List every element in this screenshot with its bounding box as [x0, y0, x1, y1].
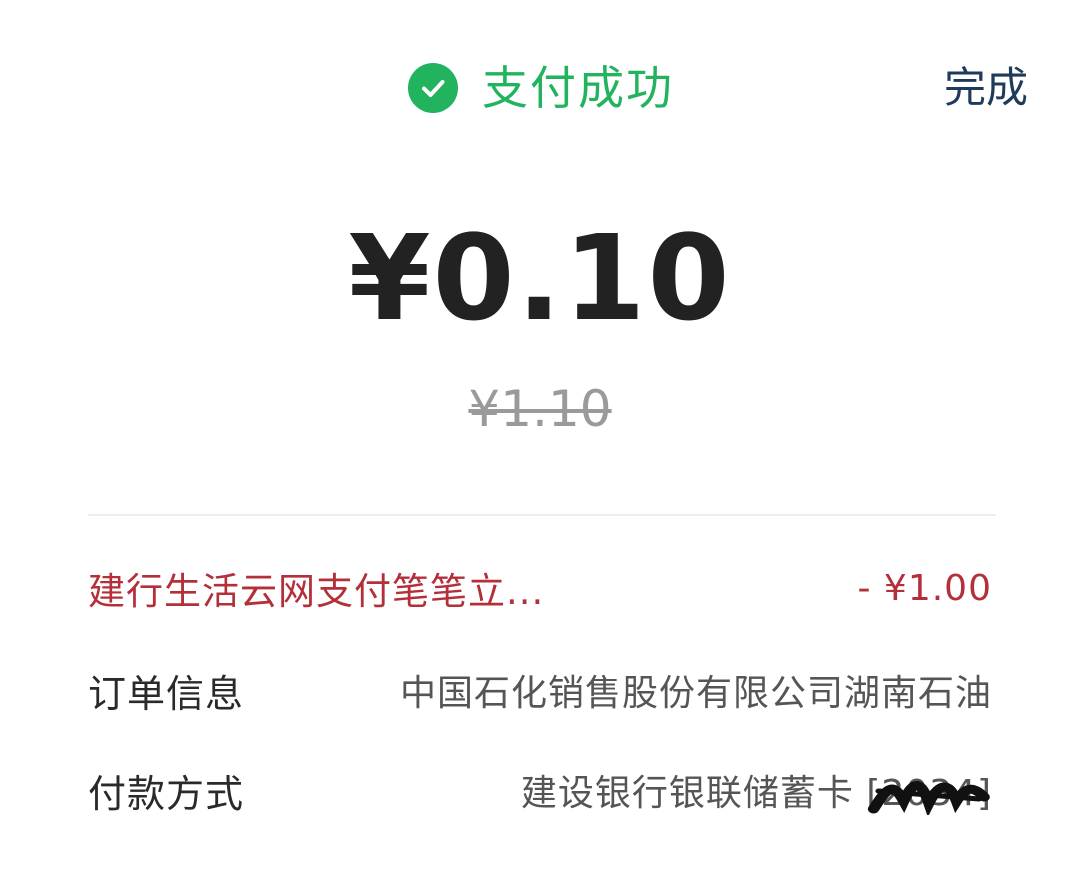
- order-info-label: 订单信息: [88, 671, 245, 716]
- order-info-value: 中国石化销售股份有限公司湖南石油: [399, 673, 992, 714]
- payment-method-row: 付款方式 建设银行银联储蓄卡 [2034]: [88, 760, 992, 820]
- paid-amount: ¥0.10: [348, 209, 732, 347]
- check-circle-icon: [408, 63, 458, 113]
- redaction-scribble: [868, 781, 991, 815]
- header: 支付成功 完成: [0, 52, 1080, 132]
- card-number: [2034]: [866, 773, 992, 815]
- bank-card-name: 建设银行银联储蓄卡: [520, 773, 854, 814]
- discount-row[interactable]: 建行生活云网支付笔笔立... - ¥1.00: [88, 558, 992, 618]
- original-amount: ¥1.10: [468, 380, 612, 438]
- done-button[interactable]: 完成: [944, 58, 1028, 118]
- status-text: 支付成功: [482, 61, 674, 115]
- payment-method-value: 建设银行银联储蓄卡 [2034]: [521, 764, 992, 816]
- discount-value: - ¥1.00: [857, 567, 992, 609]
- payment-method-label: 付款方式: [88, 771, 245, 816]
- discount-label: 建行生活云网支付笔笔立...: [88, 570, 545, 613]
- payment-status: 支付成功: [408, 58, 674, 118]
- payment-success-page: 支付成功 完成 ¥0.10 ¥1.10 建行生活云网支付笔笔立... - ¥1.…: [0, 0, 1080, 870]
- order-info-row: 订单信息 中国石化销售股份有限公司湖南石油: [88, 660, 992, 720]
- divider: [88, 514, 996, 516]
